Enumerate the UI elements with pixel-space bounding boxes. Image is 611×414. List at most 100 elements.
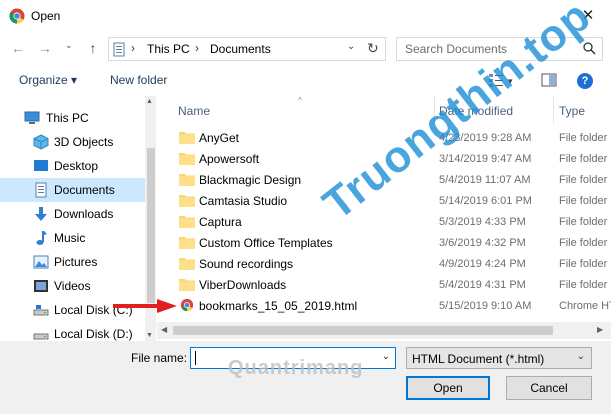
file-type: File folder — [559, 174, 608, 186]
address-dropdown-button[interactable]: ⌄ — [347, 41, 355, 52]
organize-button[interactable]: Organize ▾ — [19, 73, 77, 87]
sidebar-item-3d-objects[interactable]: 3D Objects — [0, 130, 145, 154]
pc-icon — [24, 111, 40, 124]
file-row[interactable]: Custom Office Templates 3/6/2019 4:32 PM F… — [157, 232, 611, 253]
watermark-text: Quantrimang — [228, 357, 364, 379]
disk-icon — [33, 305, 49, 316]
scroll-left-icon[interactable]: ◀ — [161, 325, 167, 334]
back-button[interactable]: ← — [9, 38, 27, 58]
sidebar-item-documents[interactable]: Documents — [0, 178, 145, 202]
address-bar[interactable]: › This PC › Documents ⌄ ↻ — [108, 37, 386, 61]
file-type: File folder — [559, 237, 608, 249]
sidebar-item-videos[interactable]: Videos — [0, 274, 145, 298]
sidebar-item-desktop[interactable]: Desktop — [0, 154, 145, 178]
documents-icon — [35, 182, 47, 198]
up-arrow-icon: ↑ — [89, 40, 97, 56]
file-type: Chrome HTML Document — [559, 300, 611, 312]
folder-icon — [179, 216, 195, 228]
up-button[interactable]: ↑ — [84, 38, 102, 58]
window-title: Open — [31, 9, 61, 23]
file-type: File folder — [559, 195, 608, 207]
recent-locations-button[interactable]: ⌄ — [65, 40, 73, 51]
file-name: Custom Office Templates — [199, 236, 333, 250]
sidebar-item-label: Downloads — [54, 207, 114, 221]
file-name: Apowersoft — [199, 152, 260, 166]
file-date: 4/9/2019 4:24 PM — [439, 258, 526, 270]
folder-icon — [179, 174, 195, 186]
sidebar-item-label: 3D Objects — [54, 135, 114, 149]
new-folder-button[interactable]: New folder — [110, 73, 167, 87]
chevron-down-icon: ⌄ — [347, 41, 356, 52]
file-type: File folder — [559, 132, 608, 144]
red-arrow-annotation — [113, 299, 177, 313]
file-row[interactable]: Sound recordings 4/9/2019 4:24 PM File fol… — [157, 253, 611, 274]
scroll-right-icon[interactable]: ▶ — [597, 325, 603, 334]
chevron-down-icon: ⌄ — [65, 40, 73, 50]
column-header-name[interactable]: Name — [178, 96, 210, 124]
folder-icon — [179, 237, 195, 249]
title-bar: Open ✕ — [0, 0, 611, 32]
refresh-icon: ↻ — [367, 40, 379, 56]
music-icon — [36, 231, 47, 245]
sidebar-item-label: Pictures — [54, 255, 98, 269]
file-row[interactable]: bookmarks_15_05_2019.html 5/15/2019 9:10 … — [157, 295, 611, 316]
file-row[interactable]: ViberDownloads 5/4/2019 4:31 PM File folde… — [157, 274, 611, 295]
column-header-type[interactable]: Type — [559, 96, 585, 124]
breadcrumb-this-pc[interactable]: This PC — [147, 42, 190, 56]
pictures-icon — [33, 255, 49, 269]
file-name: Blackmagic Design — [199, 173, 302, 187]
file-name: Sound recordings — [199, 257, 294, 271]
scroll-up-icon[interactable]: ▲ — [146, 98, 153, 105]
file-date: 5/15/2019 9:10 AM — [439, 300, 532, 312]
file-date: 5/14/2019 6:01 PM — [439, 195, 532, 207]
sidebar-item-this-pc[interactable]: This PC — [0, 106, 145, 130]
sidebar-item-label: Documents — [54, 183, 115, 197]
videos-icon — [34, 280, 48, 292]
file-type: File folder — [559, 258, 608, 270]
file-type: File folder — [559, 153, 608, 165]
folder-icon — [179, 132, 195, 144]
chrome-icon — [180, 298, 194, 312]
documents-icon — [113, 42, 125, 57]
sidebar-item-pictures[interactable]: Pictures — [0, 250, 145, 274]
file-date: 5/4/2019 11:07 AM — [439, 174, 531, 186]
scrollbar-thumb[interactable] — [147, 148, 155, 303]
scroll-down-icon[interactable]: ▼ — [146, 332, 153, 339]
help-icon: ? — [581, 75, 589, 87]
download-icon — [35, 207, 47, 221]
breadcrumb-separator: › — [131, 41, 135, 55]
breadcrumb-separator: › — [195, 41, 199, 55]
refresh-button[interactable]: ↻ — [367, 40, 379, 57]
file-name: bookmarks_15_05_2019.html — [199, 299, 358, 313]
desktop-icon — [34, 160, 48, 171]
open-button[interactable]: Open — [406, 376, 490, 400]
sidebar-item-downloads[interactable]: Downloads — [0, 202, 145, 226]
file-list: ^ Name Date modified Type AnyGet 4/23/201… — [157, 96, 611, 322]
sidebar-item-label: Local Disk (D:) — [54, 327, 133, 341]
chrome-icon — [9, 8, 25, 24]
chevron-down-icon[interactable]: ⌄ — [382, 351, 390, 362]
file-list-horizontal-scrollbar[interactable]: ◀ ▶ — [157, 322, 611, 339]
file-type-value: HTML Document (*.html) — [412, 352, 545, 366]
file-row[interactable]: Captura 5/3/2019 4:33 PM File folder — [157, 211, 611, 232]
file-date: 5/4/2019 4:31 PM — [439, 279, 526, 291]
column-divider[interactable] — [553, 96, 554, 124]
sidebar-item-label: Desktop — [54, 159, 99, 173]
folder-icon — [179, 153, 195, 165]
folder-icon — [179, 195, 195, 207]
search-icon[interactable] — [583, 42, 596, 55]
forward-button[interactable]: → — [36, 38, 54, 58]
back-arrow-icon: ← — [11, 40, 25, 56]
cancel-button[interactable]: Cancel — [506, 376, 592, 400]
sidebar-item-local-disk-d[interactable]: Local Disk (D:) — [0, 322, 145, 342]
file-type-select[interactable]: HTML Document (*.html) ⌄ — [406, 347, 592, 369]
file-name: ViberDownloads — [199, 278, 287, 292]
breadcrumb-documents[interactable]: Documents — [210, 42, 271, 56]
help-button[interactable]: ? — [577, 73, 593, 89]
scrollbar-thumb[interactable] — [173, 326, 553, 335]
folder-icon — [179, 258, 195, 270]
file-type: File folder — [559, 279, 608, 291]
chevron-down-icon: ⌄ — [576, 351, 585, 362]
file-name: Captura — [199, 215, 242, 229]
sidebar-item-music[interactable]: Music — [0, 226, 145, 250]
